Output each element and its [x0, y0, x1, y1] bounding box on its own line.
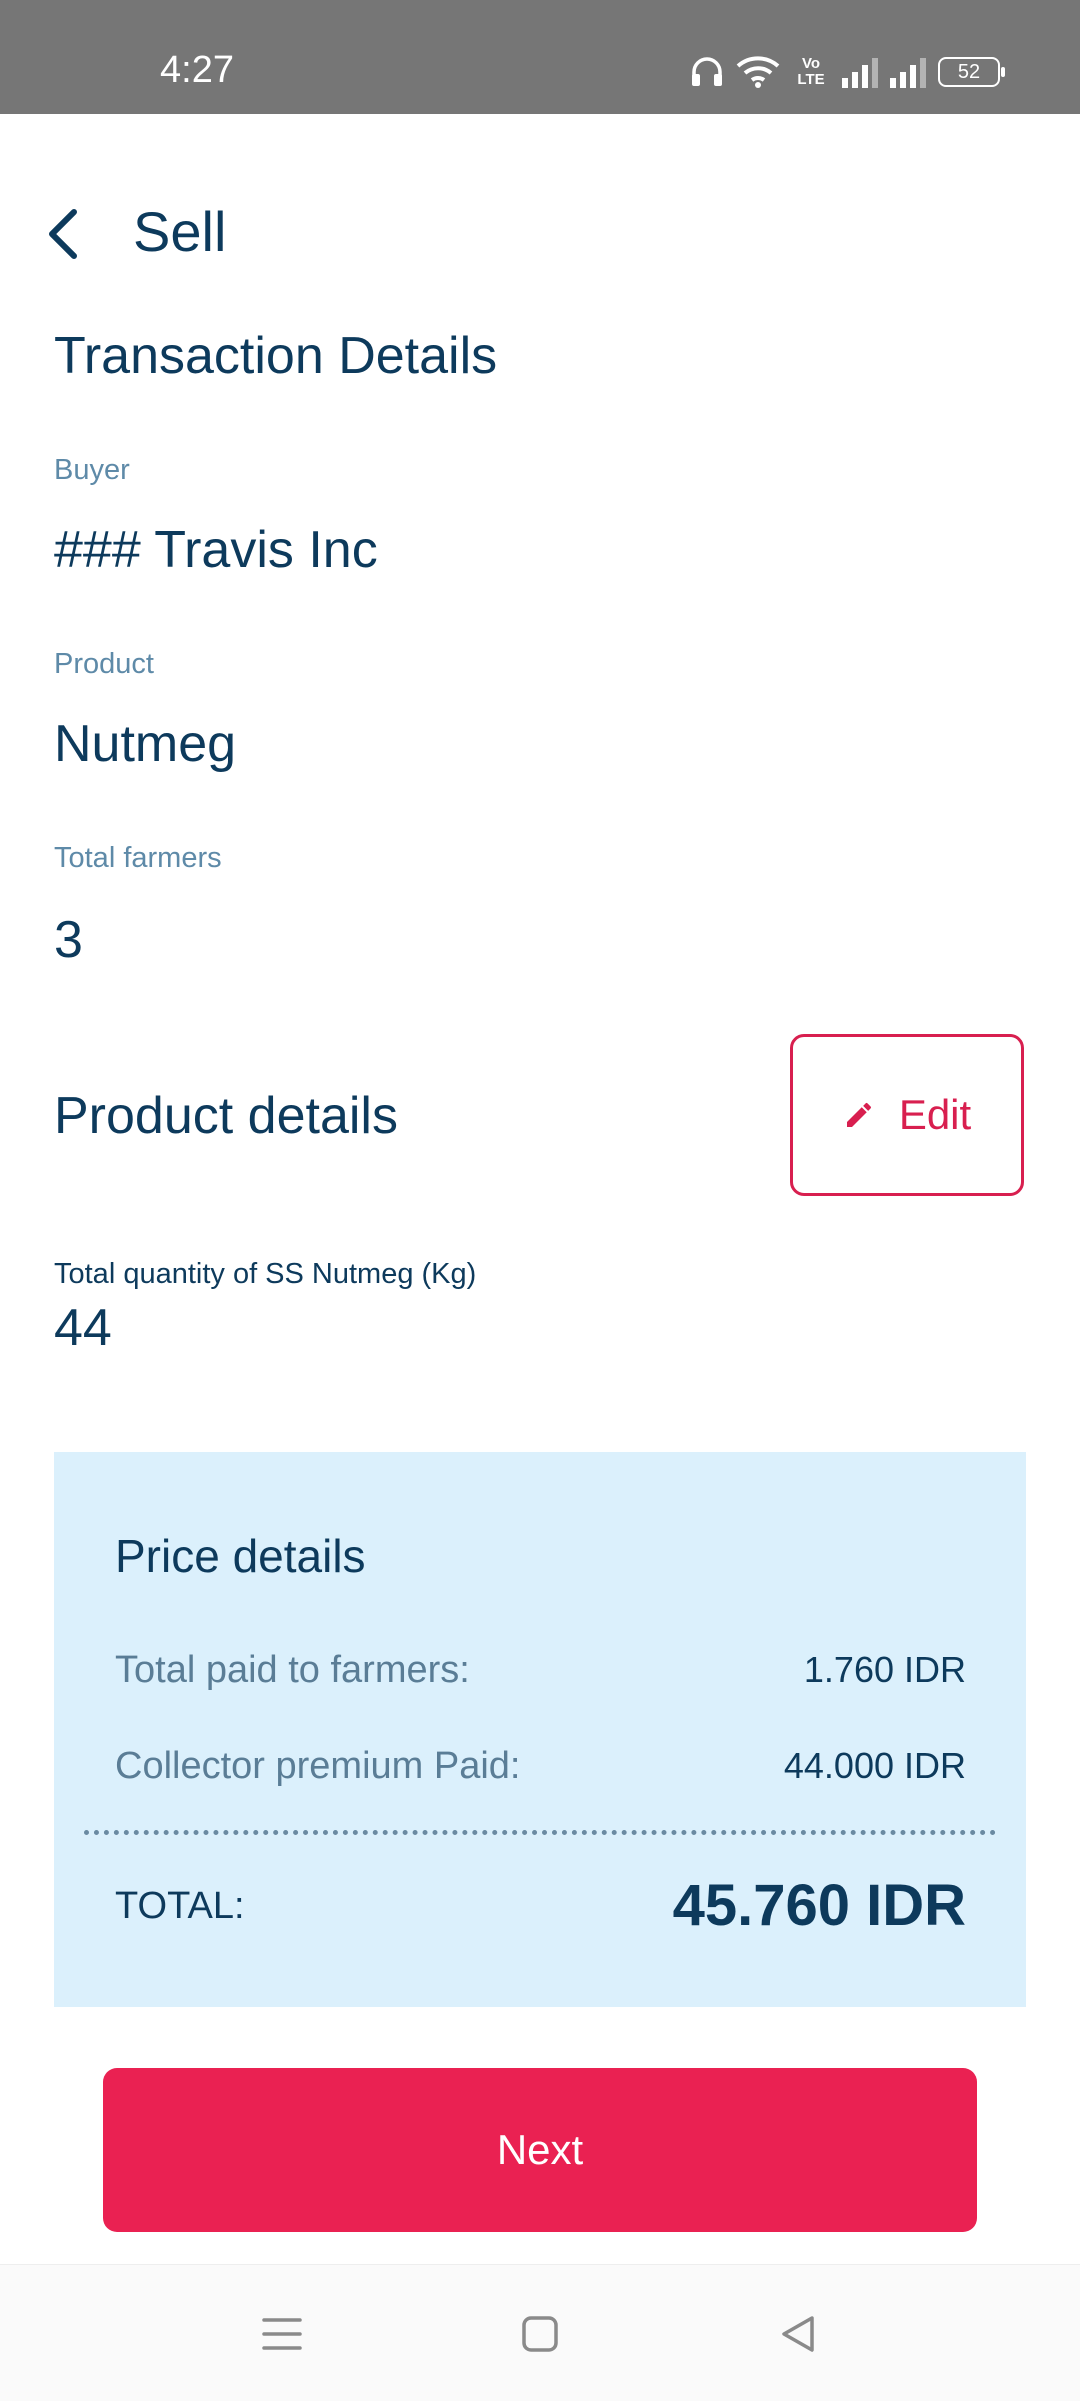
collector-premium-label: Collector premium Paid: [115, 1745, 521, 1787]
back-triangle-icon [782, 2316, 814, 2352]
signal-icon [890, 56, 926, 88]
price-details-heading: Price details [115, 1530, 366, 1582]
chevron-left-icon [49, 209, 77, 259]
home-square-icon [522, 2316, 558, 2352]
system-back-button[interactable] [768, 2307, 828, 2361]
home-button[interactable] [510, 2307, 570, 2361]
volte-label: Vo LTE [797, 55, 825, 88]
battery-icon: 52 [938, 57, 1005, 87]
quantity-label: Total quantity of SS Nutmeg (Kg) [54, 1258, 477, 1290]
price-details-card: Price details Total paid to farmers: 1.7… [54, 1452, 1026, 2007]
system-nav-bar [0, 2264, 1080, 2401]
quantity-value: 44 [54, 1299, 112, 1357]
battery-level: 52 [957, 61, 981, 83]
wifi-icon [736, 56, 780, 88]
product-value: Nutmeg [54, 715, 237, 773]
signal-icon [842, 56, 878, 88]
menu-button[interactable] [252, 2307, 312, 2361]
edit-button[interactable]: Edit [790, 1034, 1024, 1196]
total-label: TOTAL: [115, 1885, 245, 1927]
total-paid-value: 1.760 IDR [803, 1649, 966, 1690]
buyer-label: Buyer [54, 454, 130, 486]
total-paid-label: Total paid to farmers: [115, 1649, 470, 1691]
status-time: 4:27 [160, 49, 234, 91]
headphones-icon [692, 57, 722, 86]
edit-button-label: Edit [898, 1091, 972, 1138]
next-button[interactable]: Next [103, 2068, 977, 2232]
back-button[interactable] [38, 204, 90, 264]
page-title: Sell [133, 200, 227, 263]
product-label: Product [54, 648, 154, 680]
menu-icon [262, 2318, 302, 2350]
pencil-icon [846, 1102, 871, 1127]
total-farmers-value: 3 [54, 911, 83, 969]
collector-premium-value: 44.000 IDR [783, 1745, 966, 1786]
status-bar: 4:27 Vo LTE 52 [0, 0, 1080, 114]
status-icons: Vo LTE 52 [690, 50, 1005, 94]
dotted-divider [84, 1830, 996, 1835]
transaction-details-heading: Transaction Details [54, 327, 498, 385]
total-value: 45.760 IDR [672, 1873, 966, 1938]
product-details-heading: Product details [54, 1087, 398, 1145]
total-farmers-label: Total farmers [54, 842, 222, 874]
buyer-value: ### Travis Inc [54, 521, 378, 579]
